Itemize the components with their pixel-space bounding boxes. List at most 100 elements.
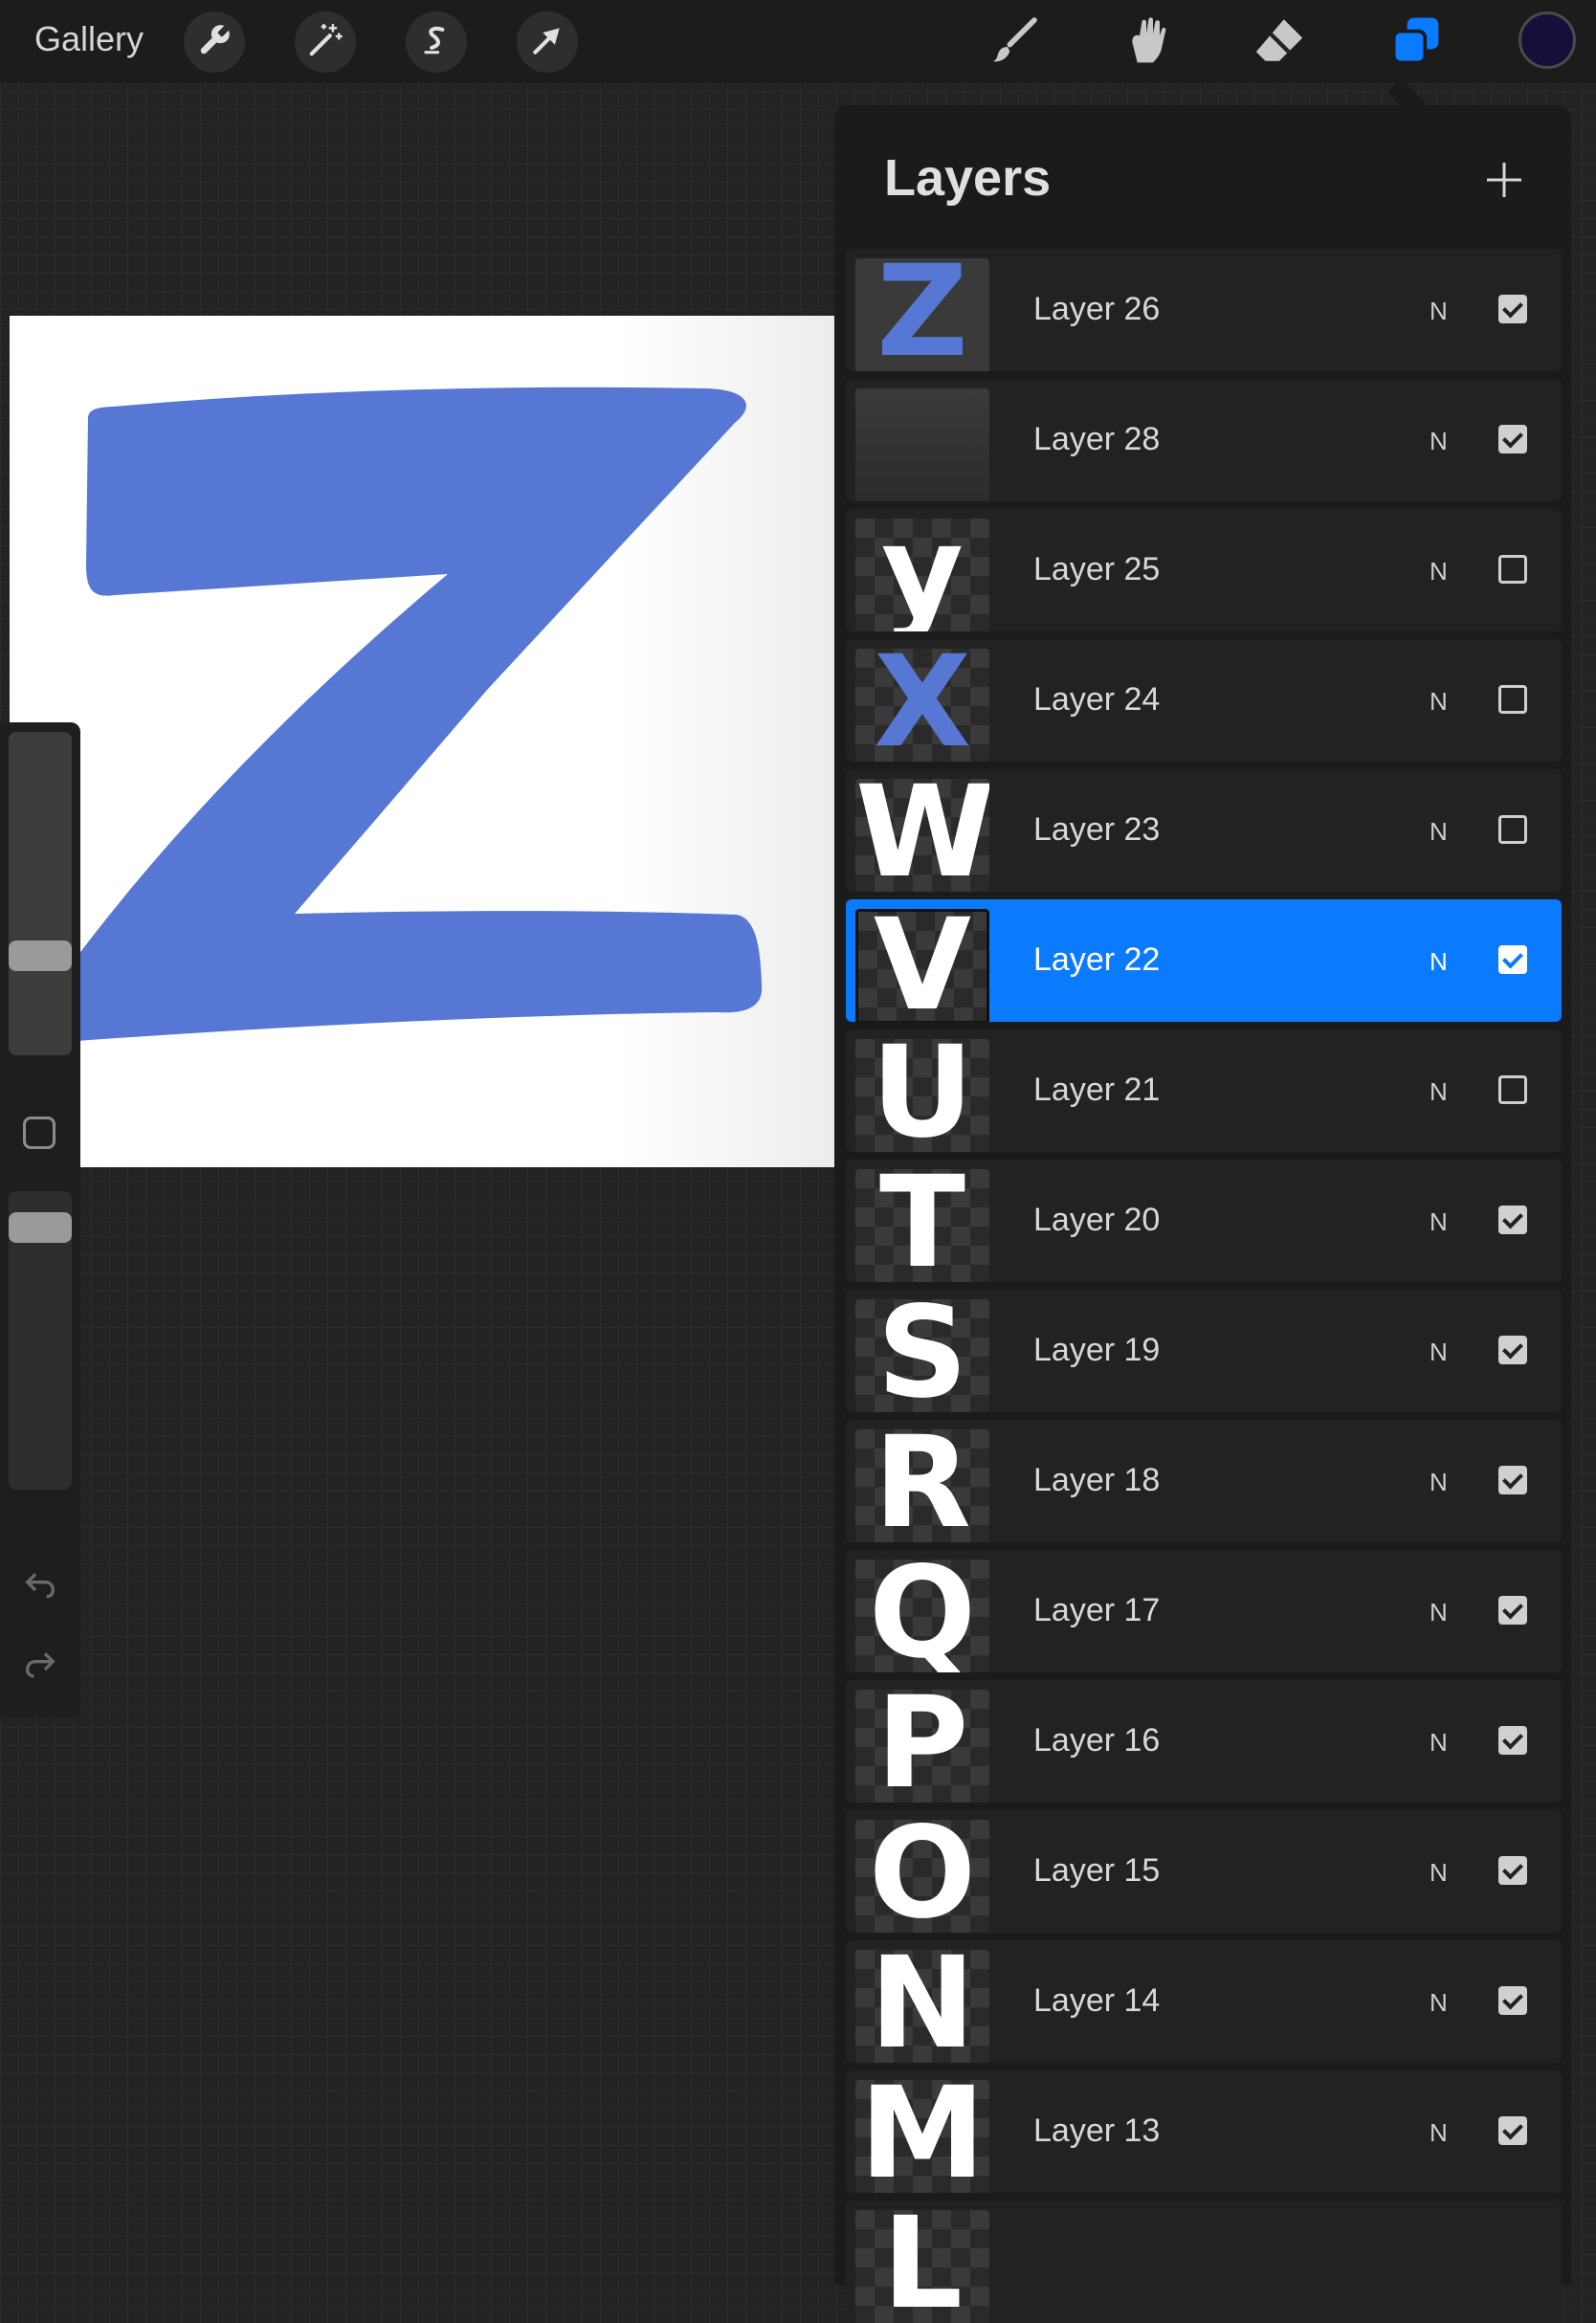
layers-icon [1389,13,1443,72]
visibility-checkbox[interactable] [1498,1466,1527,1494]
undo-button[interactable] [21,1566,59,1604]
layer-thumbnail[interactable]: y [855,519,989,631]
blend-mode-button[interactable]: N [1430,947,1448,977]
opacity-thumb[interactable] [9,1212,72,1243]
visibility-checkbox[interactable] [1498,2116,1527,2145]
layer-row[interactable]: Z Layer 26 N [846,249,1562,371]
layer-name: Layer 17 [1033,1592,1161,1628]
visibility-checkbox[interactable] [1498,1596,1527,1625]
modify-button[interactable] [23,1117,55,1149]
layer-row[interactable]: U Layer 21 N [846,1029,1562,1152]
layer-name: Layer 15 [1033,1852,1161,1889]
brush-tool[interactable] [986,13,1043,71]
layer-thumbnail[interactable]: U [855,1039,989,1152]
blend-mode-button[interactable]: N [1430,1207,1448,1237]
blend-mode-button[interactable]: N [1430,1598,1448,1627]
visibility-checkbox[interactable] [1498,1075,1527,1104]
drawing-canvas[interactable] [10,316,836,1167]
visibility-checkbox[interactable] [1498,1206,1527,1234]
layer-name: Layer 24 [1033,681,1161,718]
layer-row[interactable]: Layer 28 N [846,379,1562,501]
layer-name: Layer 23 [1033,811,1161,848]
layer-row[interactable]: O Layer 15 N [846,1810,1562,1933]
layer-thumbnail[interactable]: W [855,779,989,892]
layer-row[interactable]: L [846,2201,1562,2323]
layer-row[interactable]: R Layer 18 N [846,1420,1562,1542]
blend-mode-button[interactable]: N [1430,1338,1448,1367]
transform-button[interactable] [517,11,578,73]
visibility-checkbox[interactable] [1498,1856,1527,1885]
canvas-letter-z [48,387,763,1045]
layer-row[interactable]: N Layer 14 N [846,1940,1562,2063]
visibility-checkbox[interactable] [1498,1726,1527,1755]
visibility-checkbox[interactable] [1498,685,1527,714]
blend-mode-button[interactable]: N [1430,817,1448,847]
layer-thumbnail[interactable]: L [855,2210,989,2323]
adjustments-button[interactable] [295,11,356,73]
blend-mode-button[interactable]: N [1430,297,1448,326]
layer-row[interactable]: X Layer 24 N [846,639,1562,762]
actions-button[interactable] [184,11,245,73]
brush-size-slider[interactable] [9,732,72,1055]
layer-thumbnail-glyph: N [869,1950,976,2063]
layer-thumbnail[interactable]: V [855,909,989,1022]
blend-mode-button[interactable]: N [1430,2118,1448,2148]
layer-thumbnail[interactable]: Z [855,258,989,371]
layer-row[interactable]: V Layer 22 N [846,899,1562,1022]
brush-size-thumb[interactable] [9,940,72,971]
layer-row[interactable]: Q Layer 17 N [846,1550,1562,1672]
blend-mode-button[interactable]: N [1430,1468,1448,1497]
color-picker-button[interactable] [1518,11,1576,69]
layer-row[interactable]: y Layer 25 N [846,509,1562,631]
layer-name: Layer 22 [1033,941,1161,978]
layer-thumbnail[interactable]: R [855,1429,989,1542]
layer-row[interactable]: P Layer 16 N [846,1680,1562,1803]
gallery-button[interactable]: Gallery [34,19,144,59]
layer-thumbnail[interactable]: T [855,1169,989,1282]
redo-button[interactable] [21,1646,59,1684]
visibility-checkbox[interactable] [1498,1986,1527,2015]
layer-row[interactable]: W Layer 23 N [846,769,1562,892]
layers-tool[interactable] [1387,13,1445,71]
layer-row[interactable]: S Layer 19 N [846,1290,1562,1412]
visibility-checkbox[interactable] [1498,815,1527,844]
layer-thumbnail-glyph: R [874,1429,971,1542]
add-layer-button[interactable] [1481,157,1527,203]
layer-thumbnail[interactable]: M [855,2080,989,2193]
layer-thumbnail[interactable] [855,388,989,501]
layer-name: Layer 16 [1033,1722,1161,1759]
layer-thumbnail[interactable]: X [855,649,989,762]
visibility-checkbox[interactable] [1498,555,1527,584]
layer-thumbnail-glyph: P [876,1690,969,1803]
selection-button[interactable] [406,11,467,73]
blend-mode-button[interactable]: N [1430,687,1448,717]
layer-name: Layer 21 [1033,1072,1161,1108]
blend-mode-button[interactable]: N [1430,1728,1448,1758]
eraser-icon [1252,12,1307,73]
layer-thumbnail[interactable]: S [855,1299,989,1412]
visibility-checkbox[interactable] [1498,945,1527,974]
layer-name: Layer 14 [1033,1982,1161,2019]
layer-row[interactable]: M Layer 13 N [846,2070,1562,2193]
blend-mode-button[interactable]: N [1430,1858,1448,1888]
opacity-slider[interactable] [9,1191,72,1490]
visibility-checkbox[interactable] [1498,295,1527,323]
layer-row[interactable]: T Layer 20 N [846,1160,1562,1282]
layer-thumbnail-glyph: Z [876,258,968,371]
blend-mode-button[interactable]: N [1430,427,1448,456]
transform-arrow-icon [529,22,565,63]
layer-thumbnail[interactable]: O [855,1820,989,1933]
layer-thumbnail[interactable]: N [855,1950,989,2063]
eraser-tool[interactable] [1251,13,1308,71]
blend-mode-button[interactable]: N [1430,557,1448,586]
layer-thumbnail-glyph: O [868,1820,977,1933]
smudge-tool[interactable] [1118,13,1175,71]
selection-s-icon [418,22,454,63]
layer-thumbnail[interactable]: P [855,1690,989,1803]
visibility-checkbox[interactable] [1498,1336,1527,1364]
plus-icon [1481,163,1527,207]
blend-mode-button[interactable]: N [1430,1988,1448,2018]
blend-mode-button[interactable]: N [1430,1077,1448,1107]
layer-thumbnail[interactable]: Q [855,1560,989,1672]
visibility-checkbox[interactable] [1498,425,1527,454]
